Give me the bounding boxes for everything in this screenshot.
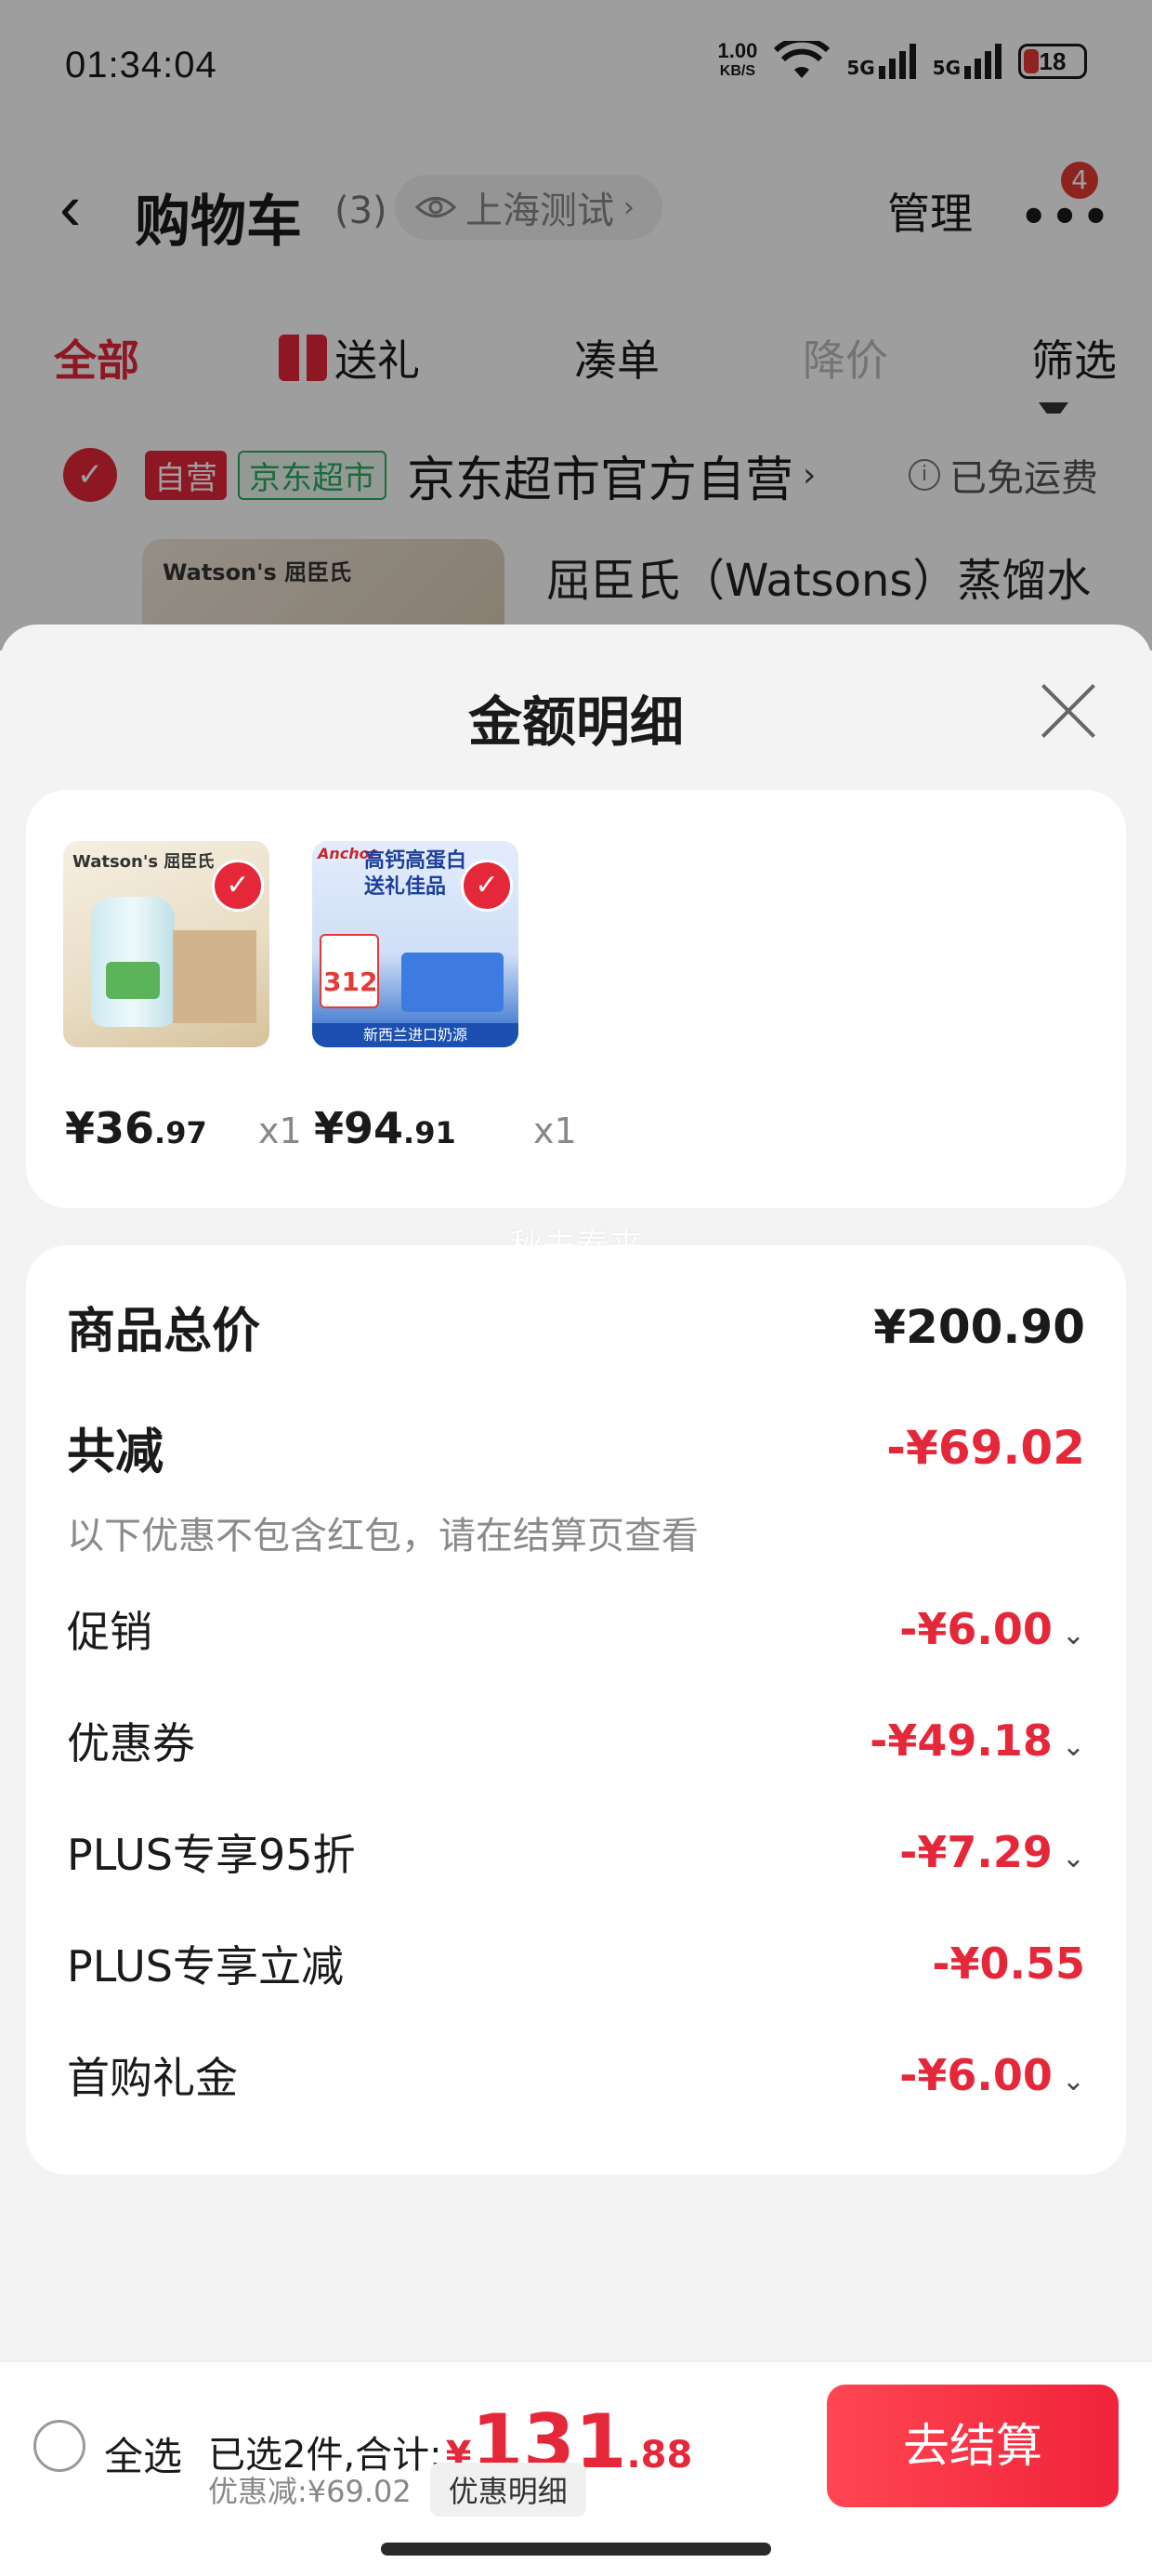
product-footer: 新西兰进口奶源: [312, 1023, 518, 1047]
price-cents: .91: [403, 1115, 456, 1150]
chevron-down-icon: ⌄: [1061, 1619, 1085, 1651]
amount-breakdown-card: 商品总价 ¥200.90 共减 -¥69.02 以下优惠不包含红包，请在结算页查…: [26, 1245, 1126, 2175]
total-label: 商品总价: [67, 1304, 261, 1360]
discount-label: PLUS专享立减: [67, 1941, 344, 1991]
discount-value: -¥7.29: [899, 1827, 1053, 1877]
discount-label: 优惠券: [67, 1718, 195, 1768]
amount-detail-sheet: 金额明细 Watson's 屈臣氏 ✓ ¥36.97 x1 Anchor 高钙高…: [0, 624, 1152, 2576]
discount-label: 首购礼金: [67, 2053, 238, 2103]
home-indicator[interactable]: [381, 2543, 771, 2556]
item-quantity: x1: [533, 1111, 577, 1151]
price-cents: .97: [154, 1115, 207, 1150]
discount-summary: 优惠减:¥69.02 优惠明细: [208, 2463, 586, 2517]
select-all-label[interactable]: 全选: [104, 2425, 182, 2482]
total-value: ¥200.90: [873, 1299, 1085, 1354]
discount-value: -¥49.18: [870, 1715, 1053, 1766]
discount-text: 优惠减:¥69.02: [208, 2474, 412, 2509]
item-price: ¥36.97: [65, 1103, 207, 1153]
reduce-label: 共减: [67, 1425, 164, 1480]
discount-row-first-purchase[interactable]: 首购礼金 -¥6.00 ⌄: [67, 2044, 1085, 2106]
discount-label: PLUS专享95折: [67, 1830, 356, 1880]
discount-value: -¥0.55: [932, 1939, 1085, 1989]
discount-label: 促销: [67, 1607, 152, 1657]
product-brand: Watson's 屈臣氏: [72, 852, 215, 872]
sheet-title: 金额明细: [467, 690, 684, 754]
chevron-down-icon: ⌄: [1061, 1842, 1085, 1874]
discount-row-promotion[interactable]: 促销 -¥6.00 ⌄: [67, 1598, 1085, 1660]
reduce-note: 以下优惠不包含红包，请在结算页查看: [67, 1515, 699, 1557]
selected-item[interactable]: Watson's 屈臣氏 ✓ ¥36.97 x1: [26, 841, 302, 1157]
discount-value: -¥6.00: [899, 1604, 1053, 1654]
price-main: ¥94: [314, 1103, 404, 1153]
product-headline: 送礼佳品: [364, 875, 447, 899]
total-row: 商品总价 ¥200.90: [67, 1292, 1085, 1361]
checkout-button[interactable]: 去结算: [827, 2385, 1119, 2507]
product-headline: 高钙高蛋白: [364, 849, 467, 873]
discount-row-plus-instant: PLUS专享立减 -¥0.55: [67, 1933, 1085, 1994]
selected-items-card: Watson's 屈臣氏 ✓ ¥36.97 x1 Anchor 高钙高蛋白 送礼佳…: [26, 790, 1126, 1208]
select-all-checkbox[interactable]: [33, 2420, 85, 2472]
close-icon[interactable]: [1039, 680, 1100, 742]
reduce-row: 共减 -¥69.02: [67, 1413, 1085, 1482]
discount-row-coupon[interactable]: 优惠券 -¥49.18 ⌄: [67, 1710, 1085, 1771]
item-price: ¥94.91: [314, 1103, 456, 1153]
modal-overlay[interactable]: [0, 0, 1152, 651]
discount-value: -¥6.00: [899, 2050, 1053, 2100]
selected-check-icon[interactable]: ✓: [212, 860, 264, 912]
discount-detail-button[interactable]: 优惠明细: [429, 2463, 586, 2517]
selected-check-icon[interactable]: ✓: [461, 860, 513, 912]
price-main: ¥36: [65, 1103, 155, 1153]
discount-row-plus-95[interactable]: PLUS专享95折 -¥7.29 ⌄: [67, 1821, 1085, 1883]
chevron-down-icon: ⌄: [1061, 1730, 1085, 1763]
reduce-value: -¥69.02: [886, 1420, 1085, 1475]
selected-item[interactable]: Anchor 高钙高蛋白 送礼佳品 312 新西兰进口奶源 ✓ ¥94.91 x1: [275, 841, 577, 1157]
amount-cents: .88: [626, 2434, 693, 2477]
chevron-down-icon: ⌄: [1061, 2065, 1085, 2097]
promo-number: 312: [323, 966, 378, 997]
